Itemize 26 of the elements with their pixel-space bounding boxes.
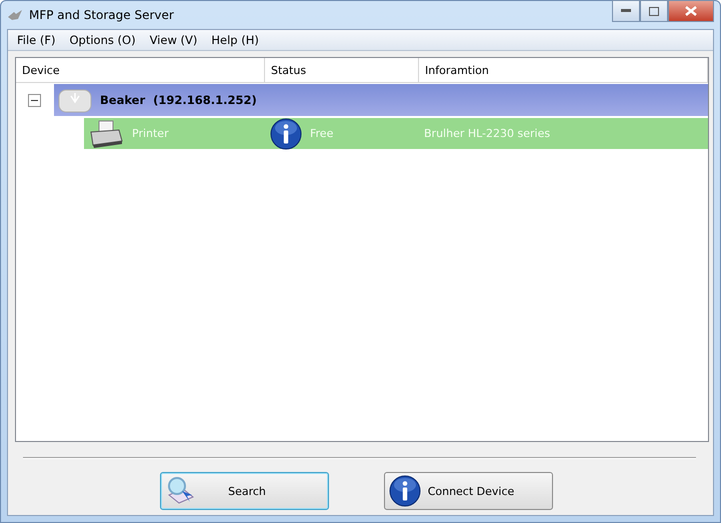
close-button[interactable] <box>668 0 714 22</box>
close-icon <box>685 6 697 16</box>
window-title: MFP and Storage Server <box>29 8 175 22</box>
column-header[interactable]: Device <box>16 58 265 82</box>
column-header[interactable]: Status <box>265 58 419 82</box>
information-text: Brulher HL-2230 series <box>424 127 550 140</box>
search-button[interactable]: Search <box>160 472 328 510</box>
device-row[interactable]: Beaker (192.168.1.252) <box>54 84 708 116</box>
column-header[interactable]: Inforamtion <box>419 58 708 82</box>
status-text: Free <box>310 127 334 140</box>
printer-icon <box>88 118 124 148</box>
maximize-button[interactable] <box>640 0 668 22</box>
connect-button[interactable]: Connect Device <box>384 472 552 510</box>
minimize-icon <box>621 9 631 13</box>
app-icon <box>7 9 23 21</box>
menu-item[interactable]: File (F) <box>10 33 62 47</box>
device-name: Printer <box>132 127 169 140</box>
info-icon <box>388 475 420 507</box>
menu-item[interactable]: Options (O) <box>62 33 143 47</box>
maximize-icon <box>649 6 659 16</box>
menu-item[interactable]: Help (H) <box>204 33 266 47</box>
device-name: Beaker (192.168.1.252) <box>100 93 257 107</box>
collapse-toggle[interactable] <box>28 94 41 106</box>
minimize-button[interactable] <box>612 0 640 22</box>
info-icon <box>270 118 302 150</box>
menu-item[interactable]: View (V) <box>142 33 204 47</box>
